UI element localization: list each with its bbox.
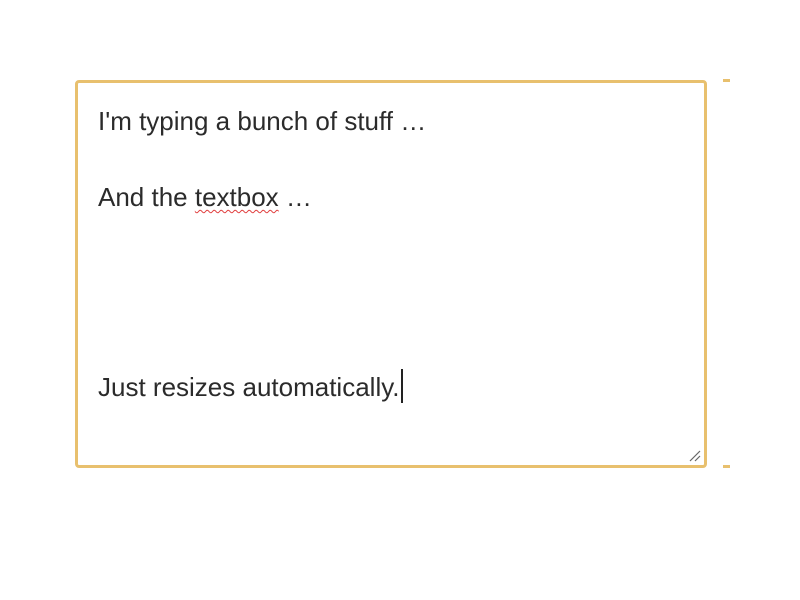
text-line-2-start: And the — [98, 182, 195, 212]
spellcheck-word: textbox — [194, 182, 279, 212]
blank-line-2 — [98, 216, 684, 254]
text-line-3: Just resizes automatically. — [98, 368, 684, 406]
auto-resize-textarea[interactable]: I'm typing a bunch of stuff … And the te… — [75, 80, 707, 468]
text-caret — [400, 369, 403, 403]
blank-line-5 — [98, 330, 684, 368]
blank-line-4 — [98, 292, 684, 330]
page: I'm typing a bunch of stuff … And the te… — [0, 0, 800, 600]
text-line-2-end: … — [278, 182, 312, 212]
blank-line-1 — [98, 140, 684, 178]
resize-grip-icon[interactable] — [687, 448, 701, 462]
blank-line-3 — [98, 254, 684, 292]
highlight-marker-top — [723, 79, 730, 82]
text-line-1: I'm typing a bunch of stuff … — [98, 106, 427, 136]
text-line-3-content: Just resizes automatically. — [98, 372, 400, 402]
text-line-2: And the textbox … — [98, 178, 684, 216]
highlight-marker-bottom — [723, 465, 730, 468]
